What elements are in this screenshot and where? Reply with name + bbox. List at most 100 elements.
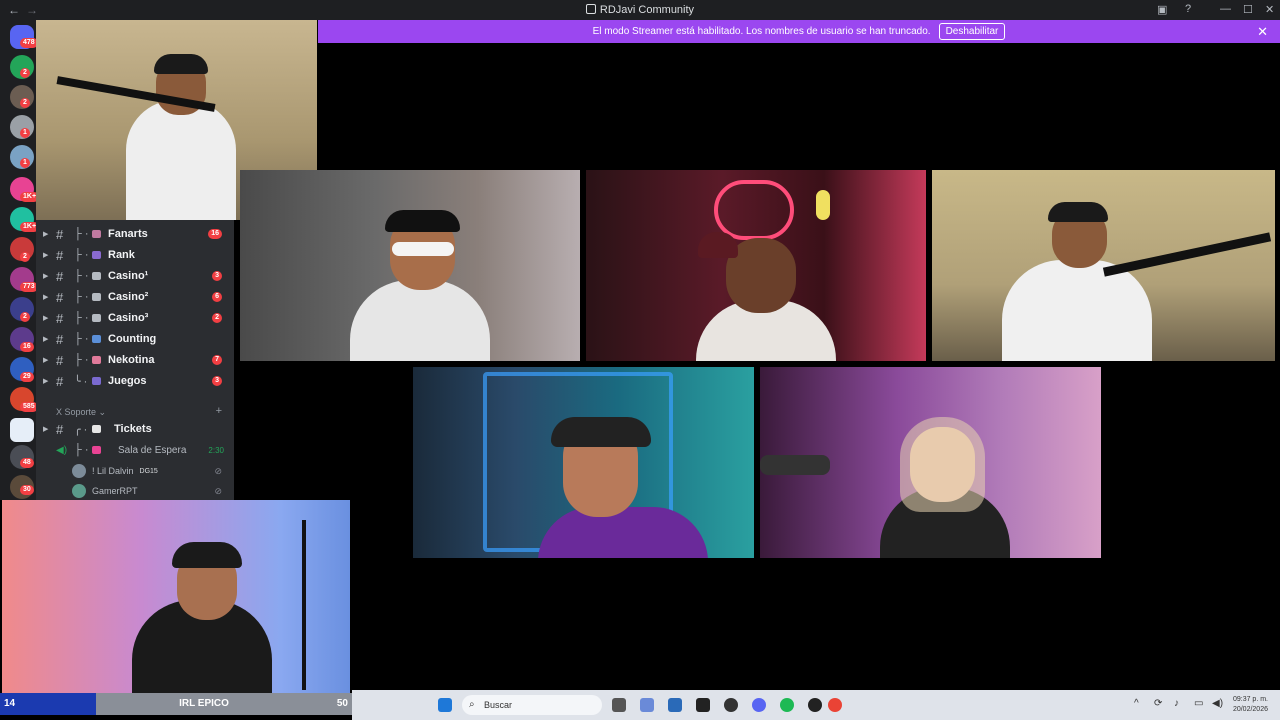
video-tile-1[interactable] [240, 170, 580, 361]
window-title: RDJavi Community [0, 4, 1280, 16]
category-soporte[interactable]: X Soporte ⌄ [56, 407, 106, 418]
search-placeholder: Buscar [484, 700, 513, 710]
copilot-icon[interactable] [640, 698, 654, 712]
score-left: 14 [0, 693, 96, 715]
app-icon[interactable] [724, 698, 738, 712]
chevron-right-icon: ▶ [43, 252, 49, 259]
neon-sign [714, 180, 794, 240]
emoji-icon [92, 293, 101, 301]
emoji-icon [92, 335, 101, 343]
clock-time: 09:37 p. m. [1232, 696, 1268, 703]
close-icon[interactable]: ✕ [1257, 24, 1268, 40]
score-title: IRL EPICO [96, 693, 312, 715]
channel-list: ▶ # ├ · Fanarts 16 ▶ # ├ · Rank ▶ # ├ · Casino¹ 3 ▶… [36, 220, 234, 500]
channel-item-counting[interactable]: ▶ # ├ · Counting [36, 329, 234, 349]
mention-badge: 7 [212, 355, 222, 365]
channel-item-casino1[interactable]: ▶ # ├ · Casino¹ 3 [36, 266, 234, 286]
thread-line: ├ · [74, 228, 89, 240]
person-shirt [1002, 260, 1152, 361]
channel-item-casino2[interactable]: ▶ # ├ · Casino² 6 [36, 287, 234, 307]
server-badge: 48 [20, 458, 34, 468]
video-tile-4[interactable] [413, 367, 754, 558]
channel-name: Fanarts [108, 228, 148, 240]
chevron-right-icon: ▶ [43, 294, 49, 301]
channel-item-rank[interactable]: ▶ # ├ · Rank [36, 245, 234, 265]
channel-name: Sala de Espera [118, 444, 187, 456]
lamp-pole [302, 520, 306, 690]
app-icon [585, 4, 596, 14]
user-tag: DG15 [139, 467, 158, 475]
inbox-icon[interactable]: ▣ [1157, 3, 1167, 16]
volume-icon[interactable]: ◀) [1212, 698, 1223, 709]
hash-icon: # [56, 289, 64, 305]
emoji-icon [92, 446, 101, 454]
search-input[interactable]: ⌕ Buscar [462, 695, 602, 715]
hash-icon: # [56, 247, 64, 263]
discord-icon[interactable] [752, 698, 766, 712]
close-window-button[interactable]: ✕ [1265, 3, 1274, 16]
video-tile-5[interactable] [760, 367, 1101, 558]
chevron-up-icon[interactable]: ^ [1134, 698, 1139, 709]
chevron-right-icon: ▶ [43, 336, 49, 343]
help-icon[interactable]: ? [1185, 3, 1191, 15]
capcut-icon[interactable] [696, 698, 710, 712]
channel-name: Casino¹ [108, 270, 149, 282]
channel-item-juegos[interactable]: ▶ # ╰ · Juegos 3 [36, 371, 234, 391]
sync-icon[interactable]: ⟳ [1154, 698, 1162, 709]
server-badge: 2 [20, 98, 30, 108]
add-channel-icon[interactable]: + [216, 405, 222, 417]
channel-item-nekotina[interactable]: ▶ # ├ · Nekotina 7 [36, 350, 234, 370]
server-badge: 1 [20, 128, 30, 138]
channel-name: Juegos [108, 375, 147, 387]
maximize-button[interactable]: ☐ [1243, 3, 1253, 16]
chevron-right-icon: ▶ [43, 357, 49, 364]
channel-name: Casino² [108, 291, 149, 303]
streamer-mode-banner: El modo Streamer está habilitado. Los no… [318, 20, 1280, 43]
muted-icon: ⊘ [214, 465, 222, 476]
video-tile-3[interactable] [932, 170, 1275, 361]
microphone [760, 455, 830, 475]
voice-user[interactable]: GamerRPT ⊘ [72, 482, 232, 500]
headset [551, 417, 651, 447]
clock[interactable]: 09:37 p. m. 20/02/2026 [1233, 695, 1268, 715]
voice-channel-sala-espera[interactable]: ◀) ├ · Sala de Espera 2:30 [36, 440, 234, 460]
sunglasses [392, 242, 454, 256]
minimize-button[interactable]: — [1220, 3, 1231, 15]
server-icon[interactable] [10, 418, 34, 442]
chrome-icon[interactable] [828, 698, 842, 712]
server-badge: 30 [20, 485, 34, 495]
chevron-right-icon: ▶ [43, 273, 49, 280]
channel-item-fanarts[interactable]: ▶ # ├ · Fanarts 16 [36, 224, 234, 244]
emoji-icon [92, 272, 101, 280]
thread-line: ├ · [74, 444, 89, 456]
channel-name: Counting [108, 333, 157, 345]
chevron-right-icon: ▶ [43, 378, 49, 385]
thread-line: ├ · [74, 333, 89, 345]
hash-icon: # [56, 352, 64, 368]
network-icon[interactable]: ▭ [1194, 698, 1203, 709]
cap [698, 232, 738, 258]
windows-start-icon[interactable] [438, 698, 452, 712]
obs-icon[interactable] [808, 698, 822, 712]
task-view-icon[interactable] [612, 698, 626, 712]
window-title-text: RDJavi Community [599, 4, 695, 16]
channel-item-tickets[interactable]: ▶ # ╭ · Tickets [36, 419, 234, 439]
video-tile-2[interactable] [586, 170, 926, 361]
channel-item-casino3[interactable]: ▶ # ├ · Casino³ 2 [36, 308, 234, 328]
voice-user-name: ! Lil Dalvin [92, 466, 134, 476]
store-icon[interactable] [668, 698, 682, 712]
thread-line: ├ · [74, 270, 89, 282]
thread-line: ╰ · [74, 375, 88, 388]
cap [154, 54, 208, 74]
spotify-icon[interactable] [780, 698, 794, 712]
mic-icon[interactable]: ♪ [1174, 698, 1179, 709]
emoji-icon [92, 356, 101, 364]
channel-name: Tickets [114, 423, 152, 435]
disable-streamer-button[interactable]: Deshabilitar [938, 23, 1006, 40]
hash-icon: # [56, 331, 64, 347]
cap [385, 210, 460, 232]
speaker-icon: ◀) [56, 444, 68, 456]
chevron-right-icon: ▶ [43, 426, 49, 433]
person-shirt [126, 100, 236, 220]
voice-user[interactable]: ! Lil Dalvin DG15 ⊘ [72, 462, 232, 480]
